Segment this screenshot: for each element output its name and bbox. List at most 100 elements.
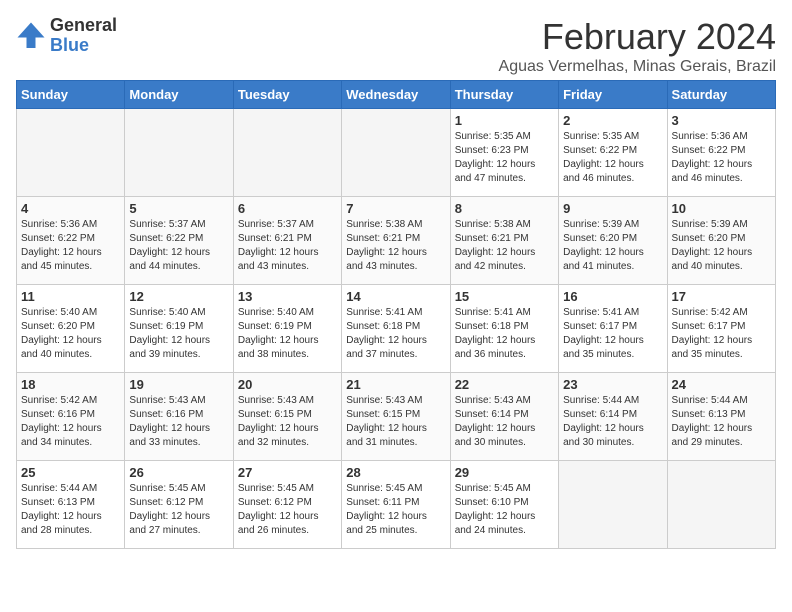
day-number: 4 (21, 201, 120, 216)
day-number: 5 (129, 201, 228, 216)
calendar-cell: 9Sunrise: 5:39 AMSunset: 6:20 PMDaylight… (559, 197, 667, 285)
day-info: Sunrise: 5:42 AMSunset: 6:17 PMDaylight:… (672, 306, 771, 362)
month-year-title: February 2024 (499, 16, 776, 58)
calendar-cell: 28 Sunrise: 5:45 AMSunset: 6:11 PMDayligh… (342, 461, 450, 549)
calendar-cell: 10 Sunrise: 5:39 AMSunset: 6:20 PMDayligh… (667, 197, 775, 285)
logo: General Blue (16, 16, 117, 56)
header-thursday: Thursday (450, 81, 558, 109)
day-info: Sunrise: 5:43 AMSunset: 6:15 PMDaylight:… (346, 394, 445, 450)
calendar-cell: 24 Sunrise: 5:44 AMSunset: 6:13 PMDayligh… (667, 373, 775, 461)
calendar-cell: 17 Sunrise: 5:42 AMSunset: 6:17 PMDayligh… (667, 285, 775, 373)
day-number: 29 (455, 465, 554, 480)
header-saturday: Saturday (667, 81, 775, 109)
day-info: Sunrise: 5:44 AMSunset: 6:13 PMDaylight:… (672, 394, 771, 450)
day-info: Sunrise: 5:38 AMSunset: 6:21 PMDaylight:… (346, 218, 445, 274)
day-info: Sunrise: 5:43 AMSunset: 6:14 PMDaylight:… (455, 394, 554, 450)
day-number: 21 (346, 377, 445, 392)
day-number: 22 (455, 377, 554, 392)
day-number: 19 (129, 377, 228, 392)
day-info: Sunrise: 5:40 AMSunset: 6:19 PMDaylight:… (129, 306, 228, 362)
calendar-cell: 14 Sunrise: 5:41 AMSunset: 6:18 PMDayligh… (342, 285, 450, 373)
day-info: Sunrise: 5:41 AMSunset: 6:18 PMDaylight:… (346, 306, 445, 362)
logo-blue: Blue (50, 36, 117, 56)
day-info: Sunrise: 5:35 AMSunset: 6:23 PMDaylight:… (455, 130, 554, 186)
day-info: Sunrise: 5:38 AMSunset: 6:21 PMDaylight:… (455, 218, 554, 274)
day-info: Sunrise: 5:44 AMSunset: 6:14 PMDaylight:… (563, 394, 662, 450)
calendar-week-3: 18 Sunrise: 5:42 AMSunset: 6:16 PMDayligh… (17, 373, 776, 461)
day-info: Sunrise: 5:37 AMSunset: 6:22 PMDaylight:… (129, 218, 228, 274)
day-number: 8 (455, 201, 554, 216)
day-number: 11 (21, 289, 120, 304)
day-info: Sunrise: 5:39 AMSunset: 6:20 PMDaylight:… (563, 218, 662, 274)
day-number: 27 (238, 465, 337, 480)
day-number: 10 (672, 201, 771, 216)
calendar-cell: 5 Sunrise: 5:37 AMSunset: 6:22 PMDaylight… (125, 197, 233, 285)
calendar-cell: 6 Sunrise: 5:37 AMSunset: 6:21 PMDaylight… (233, 197, 341, 285)
logo-text: General Blue (50, 16, 117, 56)
day-info: Sunrise: 5:35 AMSunset: 6:22 PMDaylight:… (563, 130, 662, 186)
day-number: 7 (346, 201, 445, 216)
calendar-cell: 2Sunrise: 5:35 AMSunset: 6:22 PMDaylight… (559, 109, 667, 197)
day-number: 26 (129, 465, 228, 480)
calendar-cell: 29Sunrise: 5:45 AMSunset: 6:10 PMDayligh… (450, 461, 558, 549)
day-info: Sunrise: 5:42 AMSunset: 6:16 PMDaylight:… (21, 394, 120, 450)
header-sunday: Sunday (17, 81, 125, 109)
logo-icon (16, 21, 46, 51)
calendar-cell: 11 Sunrise: 5:40 AMSunset: 6:20 PMDayligh… (17, 285, 125, 373)
day-info: Sunrise: 5:41 AMSunset: 6:18 PMDaylight:… (455, 306, 554, 362)
day-info: Sunrise: 5:36 AMSunset: 6:22 PMDaylight:… (672, 130, 771, 186)
calendar-cell (559, 461, 667, 549)
calendar-week-4: 25 Sunrise: 5:44 AMSunset: 6:13 PMDayligh… (17, 461, 776, 549)
calendar-header-row: SundayMondayTuesdayWednesdayThursdayFrid… (17, 81, 776, 109)
calendar-cell: 19Sunrise: 5:43 AMSunset: 6:16 PMDayligh… (125, 373, 233, 461)
calendar-cell: 21 Sunrise: 5:43 AMSunset: 6:15 PMDayligh… (342, 373, 450, 461)
day-info: Sunrise: 5:37 AMSunset: 6:21 PMDaylight:… (238, 218, 337, 274)
day-info: Sunrise: 5:45 AMSunset: 6:11 PMDaylight:… (346, 482, 445, 538)
calendar-cell: 23 Sunrise: 5:44 AMSunset: 6:14 PMDayligh… (559, 373, 667, 461)
calendar-week-2: 11 Sunrise: 5:40 AMSunset: 6:20 PMDayligh… (17, 285, 776, 373)
day-info: Sunrise: 5:41 AMSunset: 6:17 PMDaylight:… (563, 306, 662, 362)
day-number: 14 (346, 289, 445, 304)
calendar-cell: 4Sunrise: 5:36 AMSunset: 6:22 PMDaylight… (17, 197, 125, 285)
day-number: 28 (346, 465, 445, 480)
calendar-cell (342, 109, 450, 197)
day-number: 18 (21, 377, 120, 392)
day-number: 24 (672, 377, 771, 392)
calendar-cell: 7 Sunrise: 5:38 AMSunset: 6:21 PMDaylight… (342, 197, 450, 285)
logo-general: General (50, 16, 117, 36)
day-number: 25 (21, 465, 120, 480)
day-number: 23 (563, 377, 662, 392)
day-number: 17 (672, 289, 771, 304)
calendar-week-0: 1 Sunrise: 5:35 AMSunset: 6:23 PMDaylight… (17, 109, 776, 197)
day-info: Sunrise: 5:43 AMSunset: 6:15 PMDaylight:… (238, 394, 337, 450)
day-info: Sunrise: 5:45 AMSunset: 6:12 PMDaylight:… (238, 482, 337, 538)
calendar-cell: 13 Sunrise: 5:40 AMSunset: 6:19 PMDayligh… (233, 285, 341, 373)
header-friday: Friday (559, 81, 667, 109)
day-info: Sunrise: 5:40 AMSunset: 6:20 PMDaylight:… (21, 306, 120, 362)
day-info: Sunrise: 5:40 AMSunset: 6:19 PMDaylight:… (238, 306, 337, 362)
day-number: 1 (455, 113, 554, 128)
day-info: Sunrise: 5:39 AMSunset: 6:20 PMDaylight:… (672, 218, 771, 274)
page-header: General Blue February 2024 Aguas Vermelh… (16, 16, 776, 76)
day-info: Sunrise: 5:44 AMSunset: 6:13 PMDaylight:… (21, 482, 120, 538)
calendar-cell: 1 Sunrise: 5:35 AMSunset: 6:23 PMDaylight… (450, 109, 558, 197)
day-number: 16 (563, 289, 662, 304)
calendar-cell: 8 Sunrise: 5:38 AMSunset: 6:21 PMDaylight… (450, 197, 558, 285)
calendar-cell (667, 461, 775, 549)
calendar-cell: 20 Sunrise: 5:43 AMSunset: 6:15 PMDayligh… (233, 373, 341, 461)
day-number: 3 (672, 113, 771, 128)
header-tuesday: Tuesday (233, 81, 341, 109)
calendar-week-1: 4Sunrise: 5:36 AMSunset: 6:22 PMDaylight… (17, 197, 776, 285)
day-number: 13 (238, 289, 337, 304)
day-number: 6 (238, 201, 337, 216)
header-monday: Monday (125, 81, 233, 109)
title-section: February 2024 Aguas Vermelhas, Minas Ger… (499, 16, 776, 76)
day-number: 12 (129, 289, 228, 304)
calendar-cell (125, 109, 233, 197)
calendar-cell (17, 109, 125, 197)
calendar-cell: 27 Sunrise: 5:45 AMSunset: 6:12 PMDayligh… (233, 461, 341, 549)
calendar-cell: 25 Sunrise: 5:44 AMSunset: 6:13 PMDayligh… (17, 461, 125, 549)
calendar-cell: 12 Sunrise: 5:40 AMSunset: 6:19 PMDayligh… (125, 285, 233, 373)
day-number: 20 (238, 377, 337, 392)
header-wednesday: Wednesday (342, 81, 450, 109)
